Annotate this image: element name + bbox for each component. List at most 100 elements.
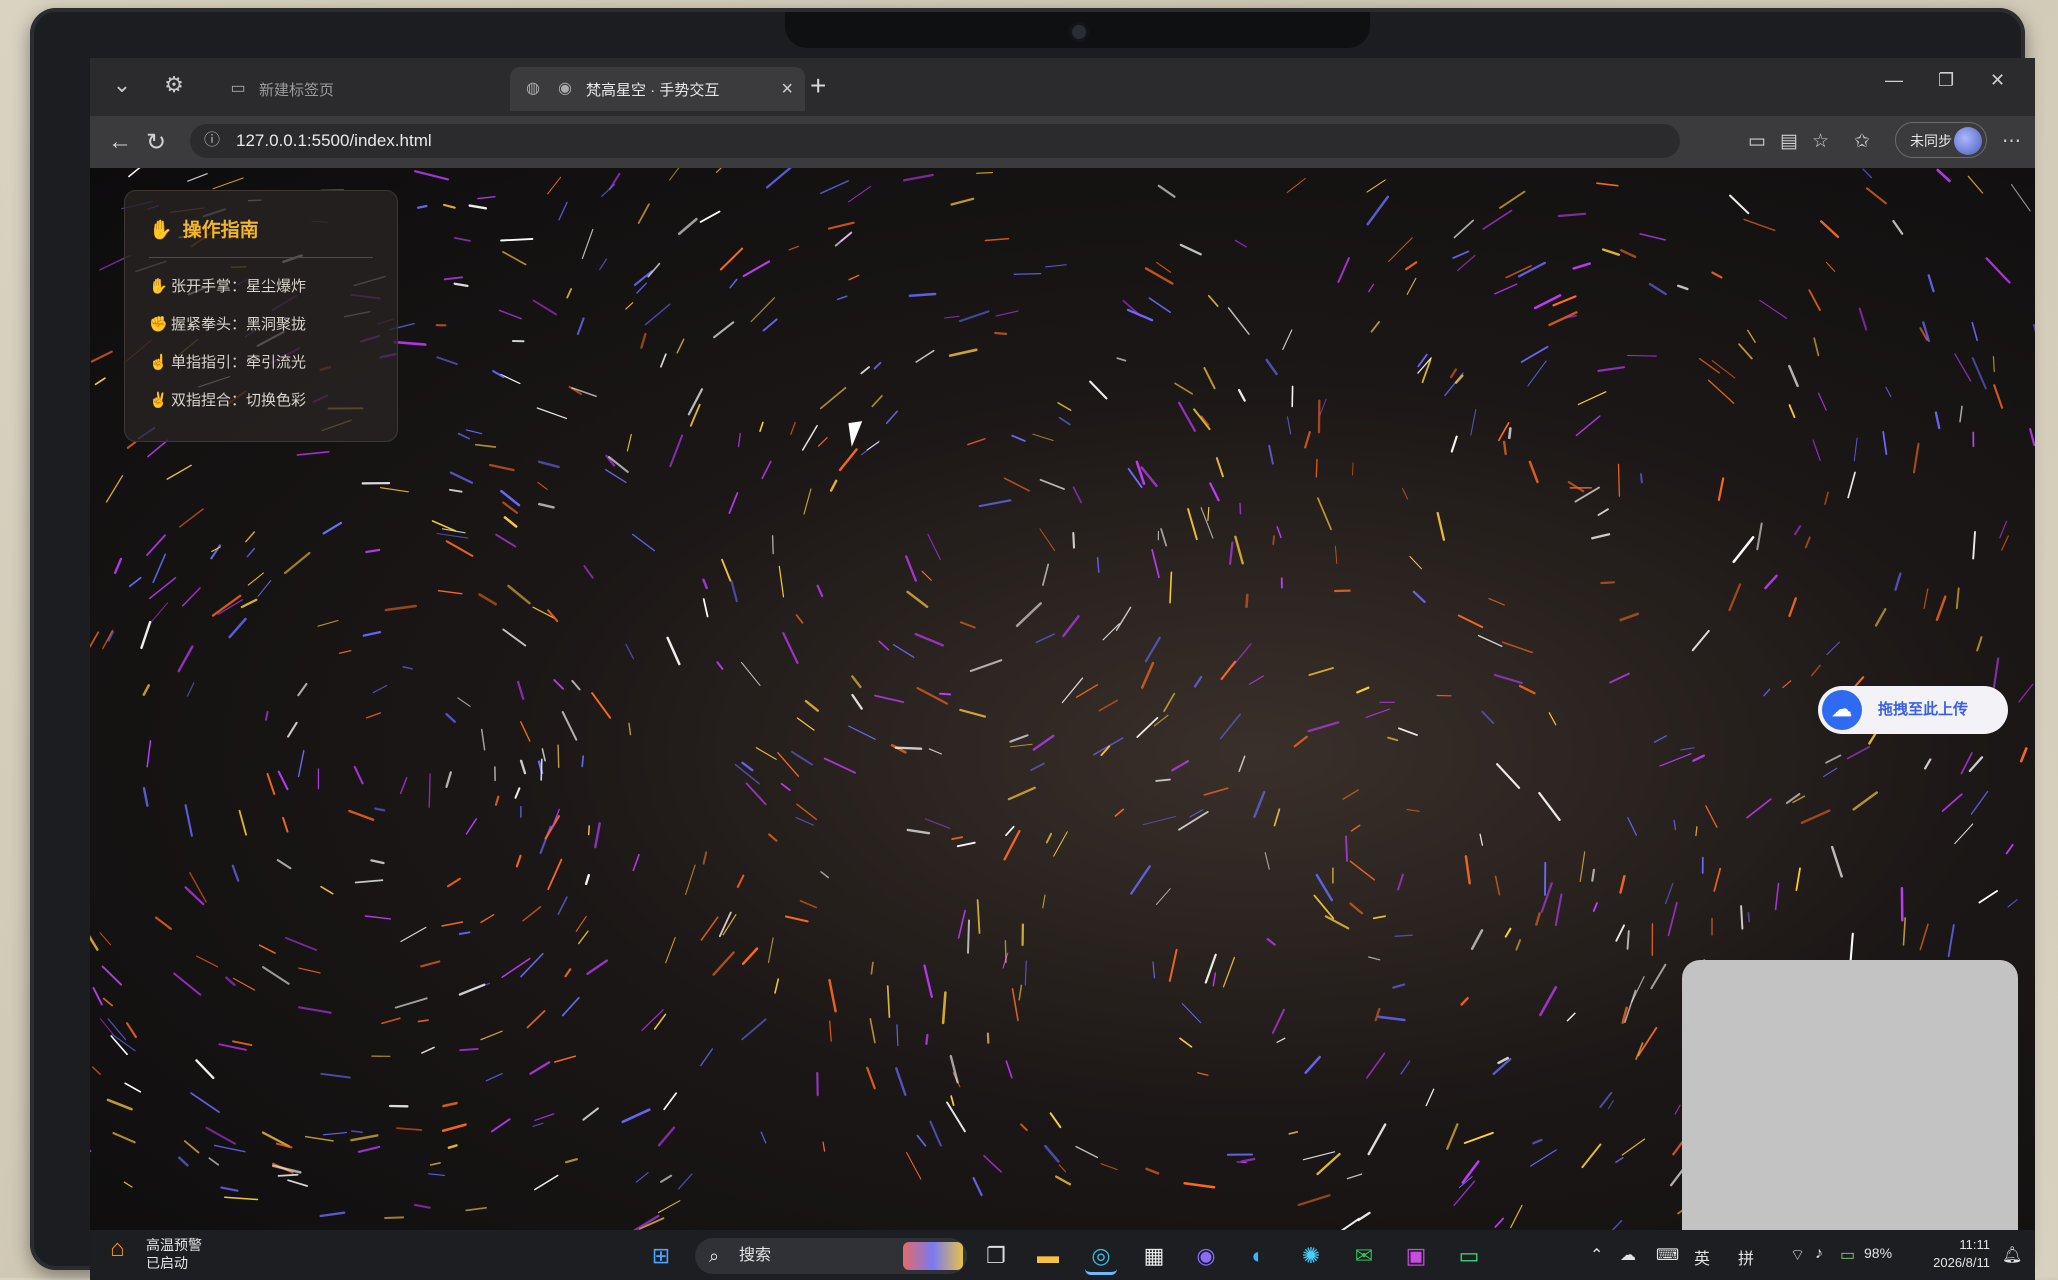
particle-streak [1608,1101,1613,1109]
particle-streak [1556,895,1562,926]
particle-streak [2012,185,2031,211]
task-view-icon[interactable]: ❐ [980,1240,1012,1272]
cloud-upload-icon: ☁ [1822,690,1862,730]
app-orb-icon[interactable]: ◉ [1190,1240,1222,1272]
video-icon[interactable]: ▭ [1748,130,1766,153]
file-explorer-icon[interactable]: ▬ [1032,1240,1064,1272]
particle-streak [1210,484,1218,501]
particle-streak [1021,1124,1027,1130]
minimize-icon[interactable]: — [1885,70,1903,91]
favorites-list-icon[interactable]: ✩ [1854,130,1870,153]
particle-streak [298,684,306,695]
particle-streak [583,1108,598,1119]
particle-streak [1480,834,1482,845]
terminal-app-icon[interactable]: ▭ [1453,1240,1485,1272]
particle-streak [1213,973,1215,986]
tab-active-page[interactable]: ◍ ◉ 梵高星空 · 手势交互 × [510,67,805,111]
tray-expand-icon[interactable]: ⌃ [1590,1245,1603,1265]
particle-streak [340,651,351,654]
particle-streak [1993,357,1994,372]
particle-streak [1973,532,1975,559]
particle-streak [1369,1125,1386,1155]
input-tool-icon[interactable]: ⌨ [1656,1245,1679,1265]
favorite-star-icon[interactable]: ☆ [1812,130,1829,153]
url-input[interactable]: ⓘ 127.0.0.1:5500/index.html [190,124,1680,158]
particle-streak [704,580,707,588]
particle-streak [782,784,790,790]
particle-streak [1031,764,1044,771]
particle-streak [641,334,645,348]
clock[interactable]: 11:11 2026/8/11 [1920,1236,1990,1272]
particle-streak [1051,1113,1061,1127]
windows-start-icon[interactable]: ⊞ [645,1240,677,1272]
particle-streak [1208,508,1209,521]
taskbar-search-box[interactable]: ⌕ 搜索 [695,1238,967,1274]
globe-icon: ◍ [522,78,544,100]
particle-streak [1458,256,1475,271]
refresh-icon[interactable]: ↻ [146,128,166,157]
search-icon: ⌕ [709,1238,719,1274]
particle-streak [1876,609,1885,625]
gear-icon[interactable]: ⚙ [152,72,196,98]
tab-actions-chevron-icon[interactable]: ⌄ [100,72,144,98]
edge-browser-icon[interactable]: ◎ [1085,1240,1117,1275]
restore-icon[interactable]: ❐ [1938,70,1954,91]
particle-streak [1693,756,1703,761]
particle-streak [1757,524,1761,550]
particle-streak [971,660,1001,671]
wechat-icon[interactable]: ✉ [1348,1240,1380,1272]
tab-new-tab[interactable]: ▭ 新建标签页 × [215,67,560,111]
particle-streak [125,1083,140,1092]
particle-streak [124,1182,132,1187]
particle-streak [148,440,168,456]
particle-streak [1025,961,1026,985]
battery-icon[interactable]: ▭ [1840,1245,1855,1265]
particle-streak [1943,794,1962,811]
particle-streak [1074,487,1082,502]
particle-streak [879,641,888,650]
particle-canvas[interactable]: ✋操作指南 ✋张开手掌：星尘爆炸 ✊握紧拳头：黑洞聚拢 ☝单指指引：牵引流光 ✌… [90,168,2035,1230]
back-arrow-icon[interactable]: ← [108,128,132,156]
screen: ⌄ ⚙ ▭ 新建标签页 × ◍ ◉ 梵高星空 · 手势交互 × + — ❐ ✕ … [90,58,2035,1280]
drag-upload-widget[interactable]: ☁ 拖拽至此上传 [1818,686,2008,734]
edge-ai-icon[interactable]: ◐ [1242,1240,1274,1272]
new-tab-plus-icon[interactable]: + [810,70,826,102]
particle-streak [503,252,526,265]
particle-streak [1970,757,1982,771]
particle-streak [1451,370,1456,378]
close-icon[interactable]: × [781,78,793,101]
particle-streak [1883,432,1886,454]
particle-streak [1146,638,1160,661]
particle-streak [595,823,599,847]
particle-streak [499,310,521,318]
wifi-icon[interactable]: ⌔ [1790,1245,1805,1265]
onedrive-cloud-icon[interactable]: ☁ [1620,1245,1636,1265]
particle-streak [1159,186,1175,197]
particle-streak [285,553,309,573]
reader-mode-icon[interactable]: ▤ [1780,130,1798,153]
particle-streak [516,788,520,797]
more-options-icon[interactable]: ⋯ [2002,130,2021,153]
site-info-icon[interactable]: ⓘ [204,124,220,158]
notification-bell-icon[interactable]: 🔔︎ [2002,1245,2022,1265]
volume-icon[interactable]: ♪ [1815,1245,1823,1263]
onenote-icon[interactable]: ▣ [1400,1240,1432,1272]
particle-streak [1466,856,1470,883]
particle-streak [916,351,934,362]
particle-streak [93,1067,101,1074]
particle-streak [258,581,271,597]
close-window-icon[interactable]: ✕ [1990,70,2005,91]
particle-streak [1760,300,1787,318]
taskbar: ⌂ 高温预警 已启动 ⊞ ⌕ 搜索 ❐ ▬ ◎ ▦ ◉ ◐ ✺ ✉ ▣ ▭ ⌃ [90,1230,2035,1280]
store-icon[interactable]: ▦ [1138,1240,1170,1272]
particle-streak [1744,219,1775,230]
profile-sync-button[interactable]: 未同步 [1895,122,1987,158]
particle-streak [1825,492,1828,504]
particle-streak [1531,1150,1557,1166]
particle-streak [1181,245,1201,254]
app-swirl-icon[interactable]: ✺ [1295,1240,1327,1272]
ime-language[interactable]: 英 [1694,1245,1710,1269]
particle-streak [521,954,543,977]
ime-mode[interactable]: 拼 [1738,1245,1754,1269]
particle-streak [918,688,947,704]
